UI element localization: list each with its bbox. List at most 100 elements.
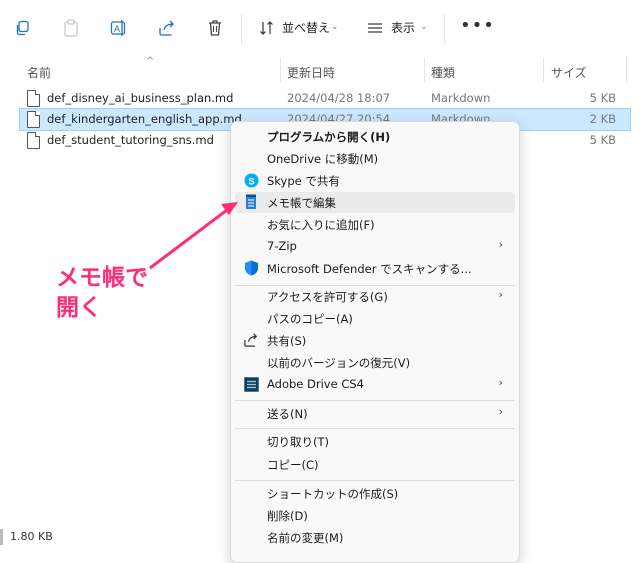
adobe-drive-icon bbox=[243, 376, 259, 392]
chevron-right-icon: › bbox=[498, 405, 503, 418]
menu-item-label: コピー(C) bbox=[267, 458, 319, 472]
file-row[interactable]: def_disney_ai_business_plan.md 2024/04/2… bbox=[20, 88, 630, 109]
file-size: 5 KB bbox=[589, 133, 616, 147]
column-header-name[interactable]: 名前 bbox=[27, 64, 51, 81]
file-icon bbox=[27, 90, 40, 107]
sort-label[interactable]: 並べ替え bbox=[282, 19, 330, 36]
view-label[interactable]: 表示 bbox=[391, 19, 415, 36]
menu-item-send-to[interactable]: 送る(N) › bbox=[235, 403, 515, 424]
command-bar: A 並べ替え ⌄ 表示 ⌄ ••• bbox=[0, 0, 644, 58]
column-divider[interactable] bbox=[424, 58, 425, 82]
menu-item-label: 名前の変更(M) bbox=[267, 531, 344, 545]
view-lines-icon bbox=[368, 23, 382, 33]
share-icon bbox=[243, 332, 259, 348]
svg-text:S: S bbox=[248, 176, 254, 186]
menu-separator bbox=[235, 400, 515, 401]
menu-item-adobe-drive[interactable]: Adobe Drive CS4 › bbox=[235, 374, 515, 395]
file-icon bbox=[27, 111, 40, 128]
defender-shield-icon bbox=[243, 260, 259, 276]
menu-item-7zip[interactable]: 7-Zip › bbox=[235, 236, 515, 257]
file-name: def_kindergarten_english_app.md bbox=[47, 112, 242, 126]
menu-item-share[interactable]: 共有(S) bbox=[235, 330, 515, 351]
paste-button[interactable] bbox=[58, 14, 84, 42]
paste-icon bbox=[64, 19, 78, 37]
more-options-button[interactable]: ••• bbox=[460, 17, 495, 35]
menu-item-label: メモ帳で編集 bbox=[267, 196, 336, 210]
status-size: 1.80 KB bbox=[10, 530, 53, 543]
annotation-line-1: メモ帳で bbox=[56, 265, 148, 291]
rename-button[interactable]: A bbox=[106, 14, 132, 42]
share-button[interactable] bbox=[154, 14, 180, 42]
sort-button[interactable] bbox=[254, 14, 280, 42]
menu-item-copy-path[interactable]: パスのコピー(A) bbox=[235, 308, 515, 329]
menu-item-label: 以前のバージョンの復元(V) bbox=[267, 356, 411, 370]
column-header-modified[interactable]: 更新日時 bbox=[287, 64, 335, 81]
menu-item-skype-share[interactable]: S Skype で共有 bbox=[235, 170, 515, 191]
notepad-icon bbox=[243, 194, 259, 210]
view-button[interactable] bbox=[362, 14, 388, 42]
trash-icon bbox=[209, 20, 221, 36]
menu-item-edit-in-notepad[interactable]: メモ帳で編集 bbox=[235, 192, 515, 213]
rename-icon: A bbox=[110, 20, 126, 36]
menu-item-label: 7-Zip bbox=[267, 239, 297, 253]
context-menu: プログラムから開く(H) OneDrive に移動(M) S Skype で共有… bbox=[230, 121, 520, 563]
menu-item-move-to-onedrive[interactable]: OneDrive に移動(M) bbox=[235, 148, 515, 169]
column-header-row: ^ 名前 更新日時 種類 サイズ bbox=[0, 56, 644, 82]
status-indicator bbox=[0, 529, 3, 545]
copy-icon bbox=[16, 20, 29, 36]
menu-item-cut[interactable]: 切り取り(T) bbox=[235, 431, 515, 452]
menu-item-label: 切り取り(T) bbox=[267, 435, 329, 449]
menu-item-label: パスのコピー(A) bbox=[267, 312, 353, 326]
sort-ascending-icon: ^ bbox=[146, 56, 155, 67]
column-divider[interactable] bbox=[626, 58, 627, 82]
sort-icon bbox=[260, 21, 273, 35]
menu-item-open-with[interactable]: プログラムから開く(H) bbox=[235, 126, 515, 147]
menu-item-label: 共有(S) bbox=[267, 334, 307, 348]
column-divider[interactable] bbox=[543, 58, 544, 82]
file-modified: 2024/04/28 18:07 bbox=[287, 91, 391, 105]
skype-icon: S bbox=[243, 172, 259, 188]
svg-text:A: A bbox=[114, 24, 120, 34]
menu-item-create-shortcut[interactable]: ショートカットの作成(S) bbox=[235, 483, 515, 504]
menu-item-label: 削除(D) bbox=[267, 509, 308, 523]
share-icon bbox=[159, 20, 174, 36]
menu-item-copy[interactable]: コピー(C) bbox=[235, 454, 515, 475]
menu-item-label: Adobe Drive CS4 bbox=[267, 377, 364, 391]
menu-item-delete[interactable]: 削除(D) bbox=[235, 505, 515, 526]
menu-item-defender-scan[interactable]: Microsoft Defender でスキャンする... bbox=[235, 258, 515, 279]
file-icon bbox=[27, 132, 40, 149]
delete-button[interactable] bbox=[202, 14, 228, 42]
file-name: def_disney_ai_business_plan.md bbox=[47, 91, 234, 105]
toolbar-divider bbox=[241, 14, 242, 44]
file-size: 5 KB bbox=[589, 91, 616, 105]
menu-item-label: Skype で共有 bbox=[267, 174, 340, 188]
menu-item-label: 送る(N) bbox=[267, 407, 308, 421]
menu-item-label: お気に入りに追加(F) bbox=[267, 218, 375, 232]
file-name: def_student_tutoring_sns.md bbox=[47, 133, 214, 147]
toolbar-divider bbox=[444, 14, 445, 44]
menu-item-restore-previous-versions[interactable]: 以前のバージョンの復元(V) bbox=[235, 352, 515, 373]
chevron-down-icon: ⌄ bbox=[331, 22, 339, 32]
chevron-right-icon: › bbox=[498, 376, 503, 389]
menu-item-label: OneDrive に移動(M) bbox=[267, 152, 379, 166]
menu-separator bbox=[235, 428, 515, 429]
file-size: 2 KB bbox=[589, 112, 616, 126]
chevron-down-icon: ⌄ bbox=[420, 22, 428, 32]
menu-item-label: アクセスを許可する(G) bbox=[267, 290, 388, 304]
menu-item-label: Microsoft Defender でスキャンする... bbox=[267, 262, 472, 276]
copy-button[interactable] bbox=[10, 14, 36, 42]
file-type: Markdown bbox=[431, 91, 491, 105]
menu-item-label: ショートカットの作成(S) bbox=[267, 487, 399, 501]
annotation-line-2: 開く bbox=[56, 295, 102, 321]
chevron-right-icon: › bbox=[498, 288, 503, 301]
menu-item-label: プログラムから開く(H) bbox=[267, 130, 391, 144]
annotation-callout: メモ帳で 開く bbox=[56, 263, 148, 323]
menu-item-rename[interactable]: 名前の変更(M) bbox=[235, 527, 515, 548]
column-header-size[interactable]: サイズ bbox=[551, 64, 587, 81]
column-header-type[interactable]: 種類 bbox=[431, 64, 455, 81]
chevron-right-icon: › bbox=[498, 238, 503, 251]
menu-item-give-access[interactable]: アクセスを許可する(G) › bbox=[235, 286, 515, 307]
menu-item-add-to-favorites[interactable]: お気に入りに追加(F) bbox=[235, 214, 515, 235]
column-divider[interactable] bbox=[280, 58, 281, 82]
menu-separator bbox=[235, 480, 515, 481]
